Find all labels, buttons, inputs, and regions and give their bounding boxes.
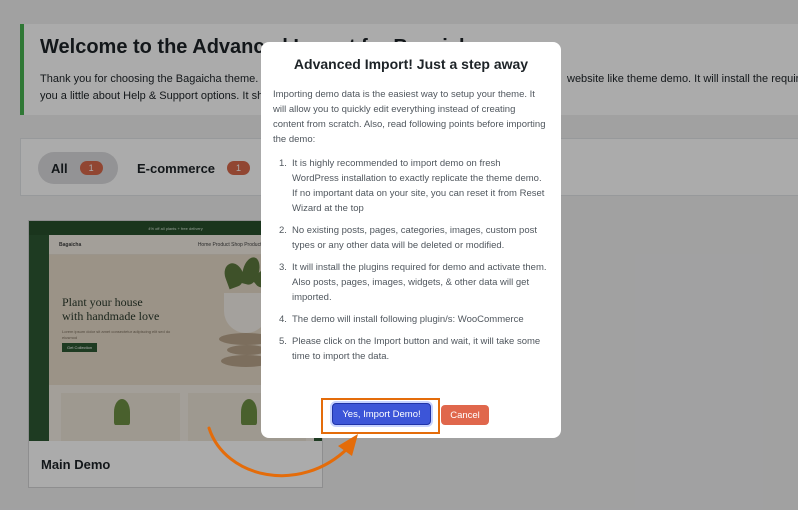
import-demo-button[interactable]: Yes, Import Demo! — [332, 403, 431, 425]
list-item: 2. No existing posts, pages, categories,… — [279, 225, 538, 251]
modal-button-row: Yes, Import Demo! Cancel — [261, 398, 561, 434]
modal-points-list: 1. It is highly recommended to import de… — [273, 156, 549, 364]
modal-title: Advanced Import! Just a step away — [293, 56, 529, 72]
cancel-button[interactable]: Cancel — [441, 405, 489, 425]
list-item: 3. It will install the plugins required … — [279, 262, 547, 303]
modal-intro: Importing demo data is the easiest way t… — [273, 89, 546, 145]
import-modal: Advanced Import! Just a step away Import… — [261, 42, 561, 438]
list-item: 4. The demo will install following plugi… — [279, 314, 524, 325]
list-item: 5. Please click on the Import button and… — [279, 336, 541, 362]
list-item: 1. It is highly recommended to import de… — [279, 158, 545, 214]
